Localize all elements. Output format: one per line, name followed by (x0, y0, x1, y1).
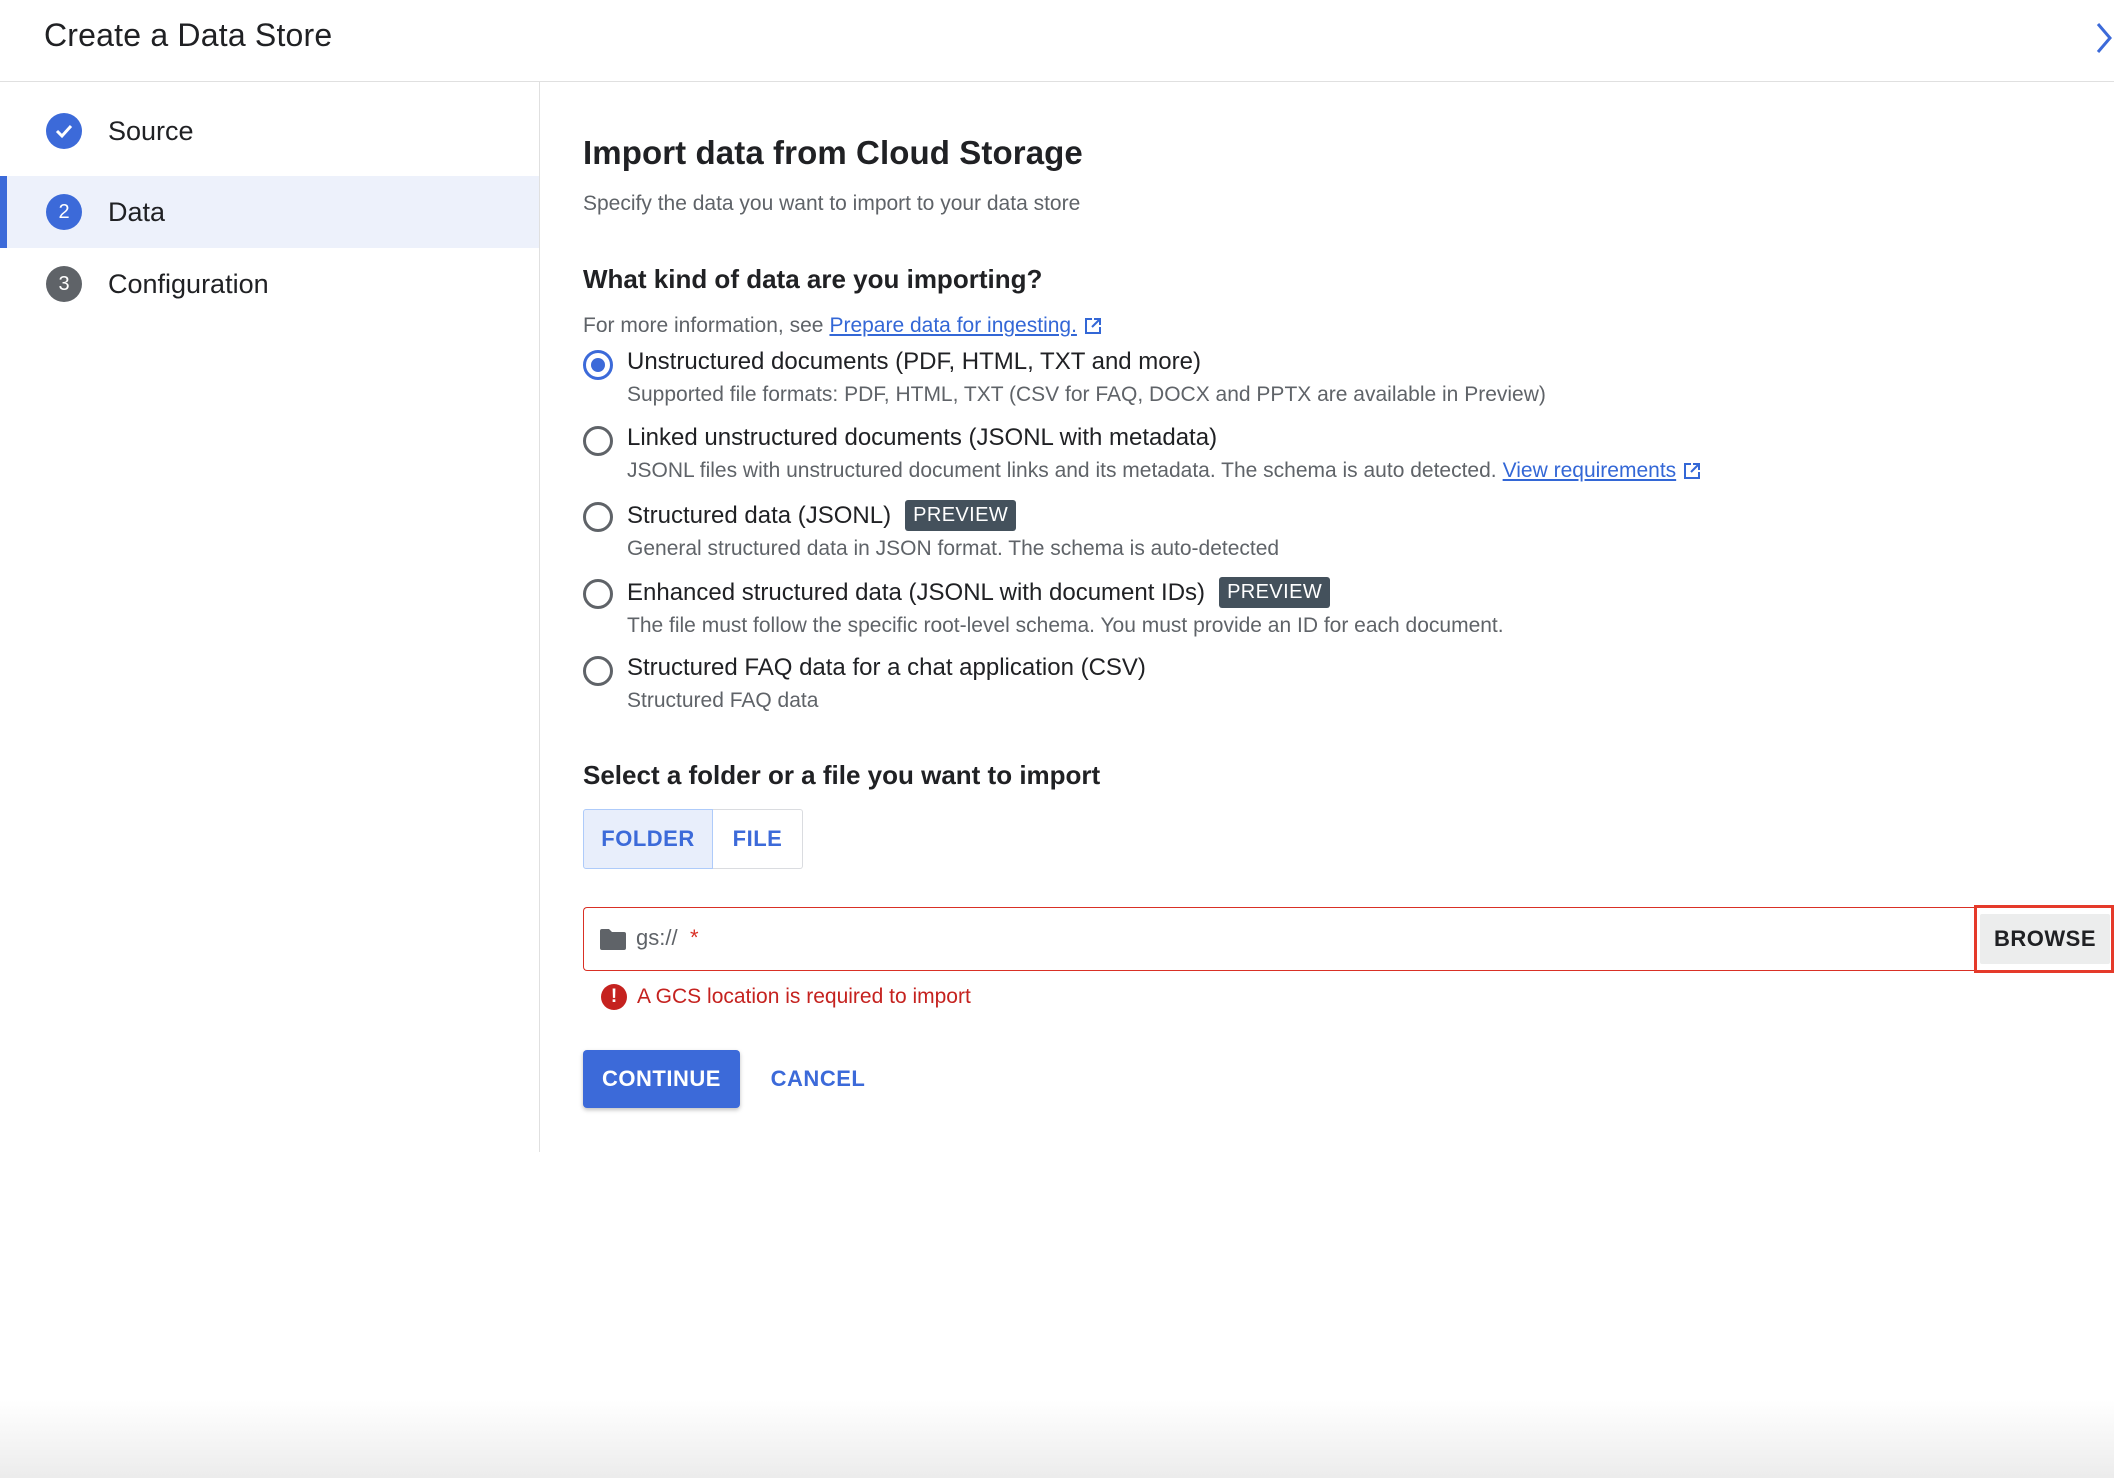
option-title: Structured FAQ data for a chat applicati… (627, 654, 1146, 681)
option-desc-row: JSONL files with unstructured document l… (627, 459, 1702, 483)
step-source[interactable]: Source (0, 95, 539, 167)
continue-button[interactable]: CONTINUE (583, 1050, 740, 1108)
open-in-new-icon (1684, 463, 1701, 479)
cancel-button[interactable]: CANCEL (763, 1050, 873, 1108)
page-title: Import data from Cloud Storage (583, 134, 1083, 171)
radio-linked-unstructured[interactable] (583, 426, 613, 456)
preview-badge: PREVIEW (905, 500, 1017, 531)
step-number-3: 3 (46, 266, 82, 302)
open-in-new-icon (1084, 318, 1101, 334)
option-title-row: Structured data (JSONL) PREVIEW (627, 500, 1017, 531)
option-title: Structured data (JSONL) (627, 501, 892, 529)
bottom-shadow (0, 1400, 2114, 1478)
option-title: Linked unstructured documents (JSONL wit… (627, 424, 1218, 451)
folder-file-toggle: FOLDER FILE (583, 809, 803, 869)
option-desc: Supported file formats: PDF, HTML, TXT (… (627, 383, 1546, 406)
info-prefix: For more information, see (583, 314, 824, 337)
step-configuration[interactable]: 3 Configuration (0, 248, 539, 320)
option-desc: JSONL files with unstructured document l… (627, 459, 1497, 482)
file-toggle-button[interactable]: FILE (713, 809, 803, 869)
error-text: A GCS location is required to import (637, 985, 971, 1008)
view-requirements-link[interactable]: View requirements (1503, 459, 1677, 483)
step-data[interactable]: 2 Data (0, 176, 539, 248)
step-number-2: 2 (46, 194, 82, 230)
gcs-location-input[interactable]: gs:// * (583, 907, 2114, 971)
preview-badge: PREVIEW (1219, 577, 1331, 608)
option-desc: Structured FAQ data (627, 689, 819, 712)
folder-icon (600, 929, 626, 950)
radio-enhanced-structured[interactable] (583, 579, 613, 609)
error-icon: ! (601, 984, 627, 1010)
option-desc: The file must follow the specific root-l… (627, 614, 1504, 637)
step-label-data: Data (108, 196, 166, 227)
select-source-heading: Select a folder or a file you want to im… (583, 760, 1101, 790)
prepare-data-link[interactable]: Prepare data for ingesting. (829, 314, 1077, 338)
gcs-prefix: gs:// (636, 925, 678, 950)
option-title: Unstructured documents (PDF, HTML, TXT a… (627, 348, 1201, 375)
radio-faq-csv[interactable] (583, 656, 613, 686)
browse-highlight: BROWSE (1974, 905, 2114, 973)
chevron-right-icon[interactable] (2094, 18, 2114, 58)
option-title: Enhanced structured data (JSONL with doc… (627, 578, 1206, 606)
info-line: For more information, see Prepare data f… (583, 314, 1103, 338)
option-title-row: Enhanced structured data (JSONL with doc… (627, 577, 1331, 608)
stepper-sidebar: Source 2 Data 3 Configuration (0, 82, 540, 1152)
step-label-source: Source (108, 115, 194, 146)
data-kind-heading: What kind of data are you importing? (583, 264, 1043, 294)
gcs-error-message: ! A GCS location is required to import (601, 984, 971, 1010)
radio-unstructured[interactable] (583, 350, 613, 380)
folder-toggle-button[interactable]: FOLDER (583, 809, 713, 869)
browse-button[interactable]: BROWSE (1980, 914, 2110, 964)
dialog-title: Create a Data Store (44, 17, 333, 53)
radio-structured[interactable] (583, 502, 613, 532)
step-label-configuration: Configuration (108, 268, 269, 299)
dialog-header: Create a Data Store (0, 0, 2114, 82)
page-subtitle: Specify the data you want to import to y… (583, 192, 1081, 215)
required-mark: * (690, 925, 699, 950)
check-circle-icon (46, 113, 82, 149)
option-desc: General structured data in JSON format. … (627, 537, 1280, 560)
